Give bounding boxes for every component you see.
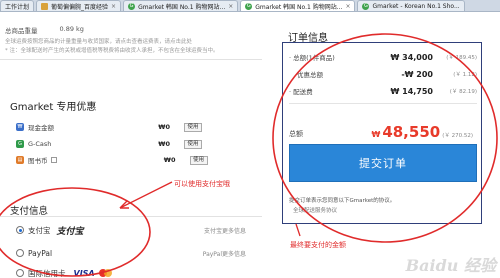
mastercard-icon [98, 269, 113, 277]
browser-tab[interactable]: G Gmarket 韩国 No.1 购物网站... × [123, 0, 239, 11]
summary-value: -₩ 200 [401, 69, 433, 79]
summary-label: 优惠总额 [297, 71, 323, 79]
summary-cny: (￥ 82.19) [449, 89, 477, 95]
total-value: 48,550 [382, 123, 441, 141]
total-amount: ₩ 48,550 (￥ 270.52) [371, 123, 473, 141]
shipping-agreement-link[interactable]: 全球配送服务协议 [293, 206, 337, 214]
summary-value: ₩ 14,750 [390, 86, 433, 96]
book-coin-checkbox[interactable] [50, 157, 57, 163]
total-currency: ₩ [371, 130, 381, 139]
page-favicon-icon [41, 2, 49, 10]
alipay-info-link[interactable]: 支付宝更多信息 [204, 226, 246, 235]
summary-row-discount: 优惠总额 -₩ 200 (￥ 1.12) [289, 68, 477, 80]
visa-logo: VISA [73, 268, 95, 278]
paypal-radio[interactable] [16, 249, 24, 257]
paypal-info-link[interactable]: PayPal更多信息 [203, 249, 246, 258]
browser-tab[interactable]: G Gmarket - Korean No.1 Sho... [357, 0, 465, 11]
summary-cny: (￥ 1.12) [453, 72, 477, 78]
alipay-annotation: 可以使用支付宝哦 [174, 180, 230, 188]
page-content: 总商品重量 0.89 kg 全球运费按照您商品的计量重量与收货国家，请点击查看运… [0, 12, 500, 278]
tab-label: Gmarket 韩国 No.1 购物网站... [138, 3, 226, 11]
cash-icon: ₩ [16, 123, 24, 131]
tab-label: Gmarket 韩国 No.1 购物网站... [255, 3, 343, 11]
alipay-logo: 支付宝 [56, 226, 84, 237]
use-gcash-button[interactable]: 使用 [184, 139, 202, 149]
order-summary-box: · 总额(1件商品) ₩ 34,000 (￥ 189.45) 优惠总额 -₩ 2… [282, 42, 482, 224]
payment-option-alipay[interactable]: 支付宝 支付宝 支付宝更多信息 [16, 222, 262, 238]
gcash-icon: G [16, 140, 24, 148]
total-annotation: 最终要支付的金额 [290, 241, 346, 249]
summary-divider [289, 103, 477, 104]
section-divider [0, 216, 262, 217]
submit-order-button[interactable]: 提交订单 [289, 144, 477, 182]
coupon-section-title: Gmarket 专用优惠 [10, 102, 97, 113]
payment-option-label: 国际信用卡 [28, 268, 66, 278]
total-cny: (￥ 270.52) [442, 133, 473, 139]
coupon-name: 图书币 [28, 157, 48, 165]
close-icon[interactable]: × [345, 3, 350, 10]
section-divider [0, 59, 262, 60]
payment-option-paypal[interactable]: PayPal PayPal更多信息 [16, 245, 262, 261]
summary-label: · 总额(1件商品) [289, 54, 335, 62]
total-label: 总额 [289, 130, 303, 138]
summary-row-shipping: · 配送费 ₩ 14,750 (￥ 82.19) [289, 85, 477, 97]
payment-option-label: 支付宝 [28, 225, 51, 235]
order-summary-column: 订单信息 · 总额(1件商品) ₩ 34,000 (￥ 189.45) 优惠总额… [272, 12, 500, 278]
alipay-radio[interactable] [16, 226, 24, 234]
browser-tab-bar: 工作计划 葡萄偏偏腕_百度经验 × G Gmarket 韩国 No.1 购物网站… [0, 0, 500, 12]
browser-tab[interactable]: 工作计划 [0, 0, 35, 11]
coupon-name: G-Cash [28, 140, 52, 148]
tax-notice: * 注：全球配送时产生的关税或增值税等税费将由收货人承担，不包含在全球运费当中。 [5, 48, 219, 54]
payment-section-title: 支付信息 [10, 206, 49, 217]
use-cash-button[interactable]: 使用 [184, 122, 202, 132]
close-icon[interactable]: × [111, 3, 116, 10]
weight-value: 0.89 kg [59, 25, 84, 33]
weight-label: 总商品重量 [5, 27, 38, 35]
close-icon[interactable]: × [228, 3, 233, 10]
payment-option-label: PayPal [28, 248, 53, 258]
coupon-name: 现金金额 [28, 124, 54, 132]
tab-label: 工作计划 [5, 3, 30, 11]
browser-tab[interactable]: 葡萄偏偏腕_百度经验 × [36, 0, 122, 11]
card-radio[interactable] [16, 269, 24, 277]
shipping-notice: 全球运费按照您商品的计量重量与收货国家，请点击查看运费表，请点击此处 [5, 39, 193, 45]
use-book-button[interactable]: 使用 [189, 155, 208, 165]
coupon-amount: ₩0 [158, 123, 170, 131]
book-icon: ▤ [16, 156, 24, 164]
tab-label: Gmarket - Korean No.1 Sho... [372, 2, 460, 10]
coupon-row-book: ▤ 图书币 ₩0 使用 [16, 154, 222, 166]
weight-row: 总商品重量 0.89 kg [5, 25, 84, 35]
checkout-left-column: 总商品重量 0.89 kg 全球运费按照您商品的计量重量与收货国家，请点击查看运… [0, 12, 262, 278]
coupon-row-cash: ₩ 现金金额 ₩0 使用 [16, 121, 222, 133]
gmarket-favicon-icon: G [362, 2, 370, 10]
coupon-amount: ₩0 [158, 140, 170, 148]
tab-label: 葡萄偏偏腕_百度经验 [51, 3, 109, 11]
summary-row-subtotal: · 总额(1件商品) ₩ 34,000 (￥ 189.45) [289, 51, 477, 63]
agreement-text: 提交订单表示您同意以下Gmarket的协议。 [289, 198, 396, 204]
browser-tab-active[interactable]: G Gmarket 韩国 No.1 购物网站... × [240, 0, 356, 11]
coupon-row-gcash: G G-Cash ₩0 使用 [16, 138, 222, 150]
summary-label: · 配送费 [289, 88, 313, 96]
gmarket-favicon-icon: G [245, 2, 253, 10]
payment-option-card[interactable]: 国际信用卡 VISA [16, 265, 262, 278]
watermark: Baidu 经验 [405, 256, 496, 275]
gmarket-favicon-icon: G [128, 2, 136, 10]
summary-value: ₩ 34,000 [390, 52, 433, 62]
summary-cny: (￥ 189.45) [446, 55, 477, 61]
coupon-amount: ₩0 [163, 156, 176, 164]
